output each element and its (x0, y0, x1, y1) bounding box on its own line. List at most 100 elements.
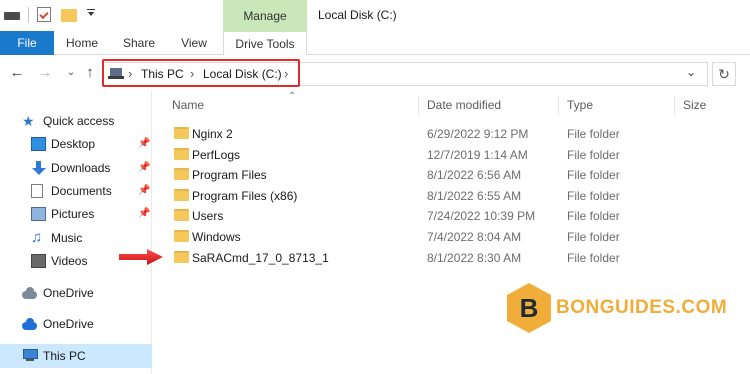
sidebar-item-label: This PC (43, 349, 86, 363)
star-icon: ★ (22, 113, 35, 129)
window-title: Local Disk (C:) (318, 8, 397, 22)
file-type: File folder (567, 127, 620, 141)
sidebar-item-label: Pictures (51, 207, 95, 221)
navigation-bar: ← → ⌄ ↑ › This PC › Local Disk (C:) › ⌄ … (0, 55, 750, 91)
sidebar-item-label: OneDrive (43, 286, 94, 300)
onedrive-icon (22, 286, 37, 300)
file-type: File folder (567, 230, 620, 244)
file-type: File folder (567, 168, 620, 182)
refresh-button[interactable]: ↻ (712, 62, 736, 86)
file-name: Windows (192, 230, 241, 244)
recent-locations-chevron-icon[interactable]: ⌄ (63, 65, 79, 81)
new-folder-icon[interactable] (61, 7, 77, 23)
this-pc-icon (22, 348, 38, 362)
sidebar-item-this-pc[interactable]: This PC (0, 344, 152, 368)
ribbon-tabs: File Home Share View Drive Tools (0, 31, 750, 56)
file-date: 8/1/2022 8:30 AM (427, 251, 522, 265)
sidebar-item-label: Desktop (51, 137, 96, 151)
file-name: PerfLogs (192, 148, 241, 162)
properties-icon[interactable] (37, 7, 53, 23)
pin-icon[interactable]: 📌 (138, 138, 150, 149)
watermark-text: BONGUIDES.COM (556, 297, 728, 318)
file-type: File folder (567, 209, 620, 223)
file-row[interactable]: Users 7/24/2022 10:39 PM File folder (160, 205, 750, 226)
file-date: 7/4/2022 8:04 AM (427, 230, 522, 244)
tab-view[interactable]: View (168, 31, 220, 55)
customize-toolbar-icon[interactable] (85, 7, 101, 23)
column-header-name[interactable]: Name (172, 98, 204, 112)
tab-drive-tools[interactable]: Drive Tools (223, 31, 307, 56)
file-name: Nginx 2 (192, 127, 233, 141)
file-row[interactable]: SaRACmd_17_0_8713_1 8/1/2022 8:30 AM Fil… (160, 247, 750, 268)
address-highlight-box (102, 59, 300, 87)
folder-icon (174, 168, 189, 180)
sidebar-item-pictures[interactable]: Pictures 📌 (0, 203, 152, 225)
navigation-pane: ★ Quick access Desktop 📌 Downloads 📌 Doc… (0, 91, 152, 374)
sidebar-item-desktop[interactable]: Desktop 📌 (0, 133, 152, 155)
sidebar-item-label: Documents (51, 184, 112, 198)
forward-arrow-icon[interactable]: → (37, 65, 53, 81)
sidebar-item-onedrive[interactable]: OneDrive (0, 313, 152, 335)
documents-icon (31, 184, 43, 198)
file-row[interactable]: Program Files 8/1/2022 6:56 AM File fold… (160, 164, 750, 185)
sidebar-item-label: Quick access (43, 114, 115, 128)
pin-icon[interactable]: 📌 (138, 162, 150, 173)
up-arrow-icon[interactable]: ↑ (82, 65, 98, 81)
desktop-icon (31, 137, 46, 151)
sidebar-item-music[interactable]: ♫ Music (0, 227, 152, 249)
sidebar-item-label: OneDrive (43, 317, 94, 331)
title-bar: Manage Local Disk (C:) (0, 0, 750, 31)
back-arrow-icon[interactable]: ← (9, 65, 25, 81)
folder-icon (174, 127, 189, 139)
file-date: 7/24/2022 10:39 PM (427, 209, 536, 223)
pin-icon[interactable]: 📌 (138, 208, 150, 219)
file-row[interactable]: Nginx 2 6/29/2022 9:12 PM File folder (160, 123, 750, 144)
file-name: Users (192, 209, 224, 223)
tab-home[interactable]: Home (54, 31, 110, 55)
sidebar-item-quick-access[interactable]: ★ Quick access (0, 110, 152, 132)
sidebar-item-label: Videos (51, 254, 88, 268)
address-dropdown-icon[interactable]: ⌄ (686, 65, 696, 79)
file-row[interactable]: PerfLogs 12/7/2019 1:14 AM File folder (160, 144, 750, 165)
toolbar-divider (28, 7, 29, 23)
sidebar-item-documents[interactable]: Documents 📌 (0, 180, 152, 202)
file-type: File folder (567, 189, 620, 203)
file-date: 8/1/2022 6:55 AM (427, 189, 522, 203)
quick-access-toolbar (4, 6, 101, 24)
sidebar-item-onedrive[interactable]: OneDrive (0, 282, 152, 304)
folder-icon (174, 209, 189, 221)
drive-icon[interactable] (4, 7, 20, 23)
folder-icon (174, 148, 189, 160)
bonguides-logo-icon: B (507, 283, 551, 333)
file-name: Program Files (192, 168, 267, 182)
folder-icon (174, 230, 189, 242)
column-divider[interactable] (558, 95, 559, 115)
sidebar-item-downloads[interactable]: Downloads 📌 (0, 157, 152, 179)
tab-share[interactable]: Share (110, 31, 168, 55)
file-date: 8/1/2022 6:56 AM (427, 168, 522, 182)
sidebar-item-label: Downloads (51, 161, 111, 175)
tab-file[interactable]: File (0, 31, 54, 55)
bonguides-watermark: B BONGUIDES.COM (507, 283, 727, 339)
sidebar-item-label: Music (51, 231, 83, 245)
column-header-date-modified[interactable]: Date modified (427, 98, 501, 112)
download-icon (31, 161, 46, 175)
svg-text:B: B (520, 293, 539, 323)
pictures-icon (31, 207, 46, 221)
videos-icon (31, 254, 46, 268)
file-row[interactable]: Program Files (x86) 8/1/2022 6:55 AM Fil… (160, 185, 750, 206)
sort-ascending-icon: ⌃ (288, 91, 297, 102)
folder-icon (174, 189, 189, 201)
file-date: 12/7/2019 1:14 AM (427, 148, 528, 162)
pin-icon[interactable]: 📌 (138, 185, 150, 196)
column-divider[interactable] (674, 95, 675, 115)
manage-context-tab[interactable]: Manage (223, 0, 307, 31)
column-header-type[interactable]: Type (567, 98, 593, 112)
file-name: Program Files (x86) (192, 189, 298, 203)
column-divider[interactable] (418, 95, 419, 115)
file-type: File folder (567, 148, 620, 162)
onedrive-icon (22, 317, 37, 331)
folder-icon (174, 251, 189, 263)
column-header-size[interactable]: Size (683, 98, 706, 112)
file-row[interactable]: Windows 7/4/2022 8:04 AM File folder (160, 226, 750, 247)
